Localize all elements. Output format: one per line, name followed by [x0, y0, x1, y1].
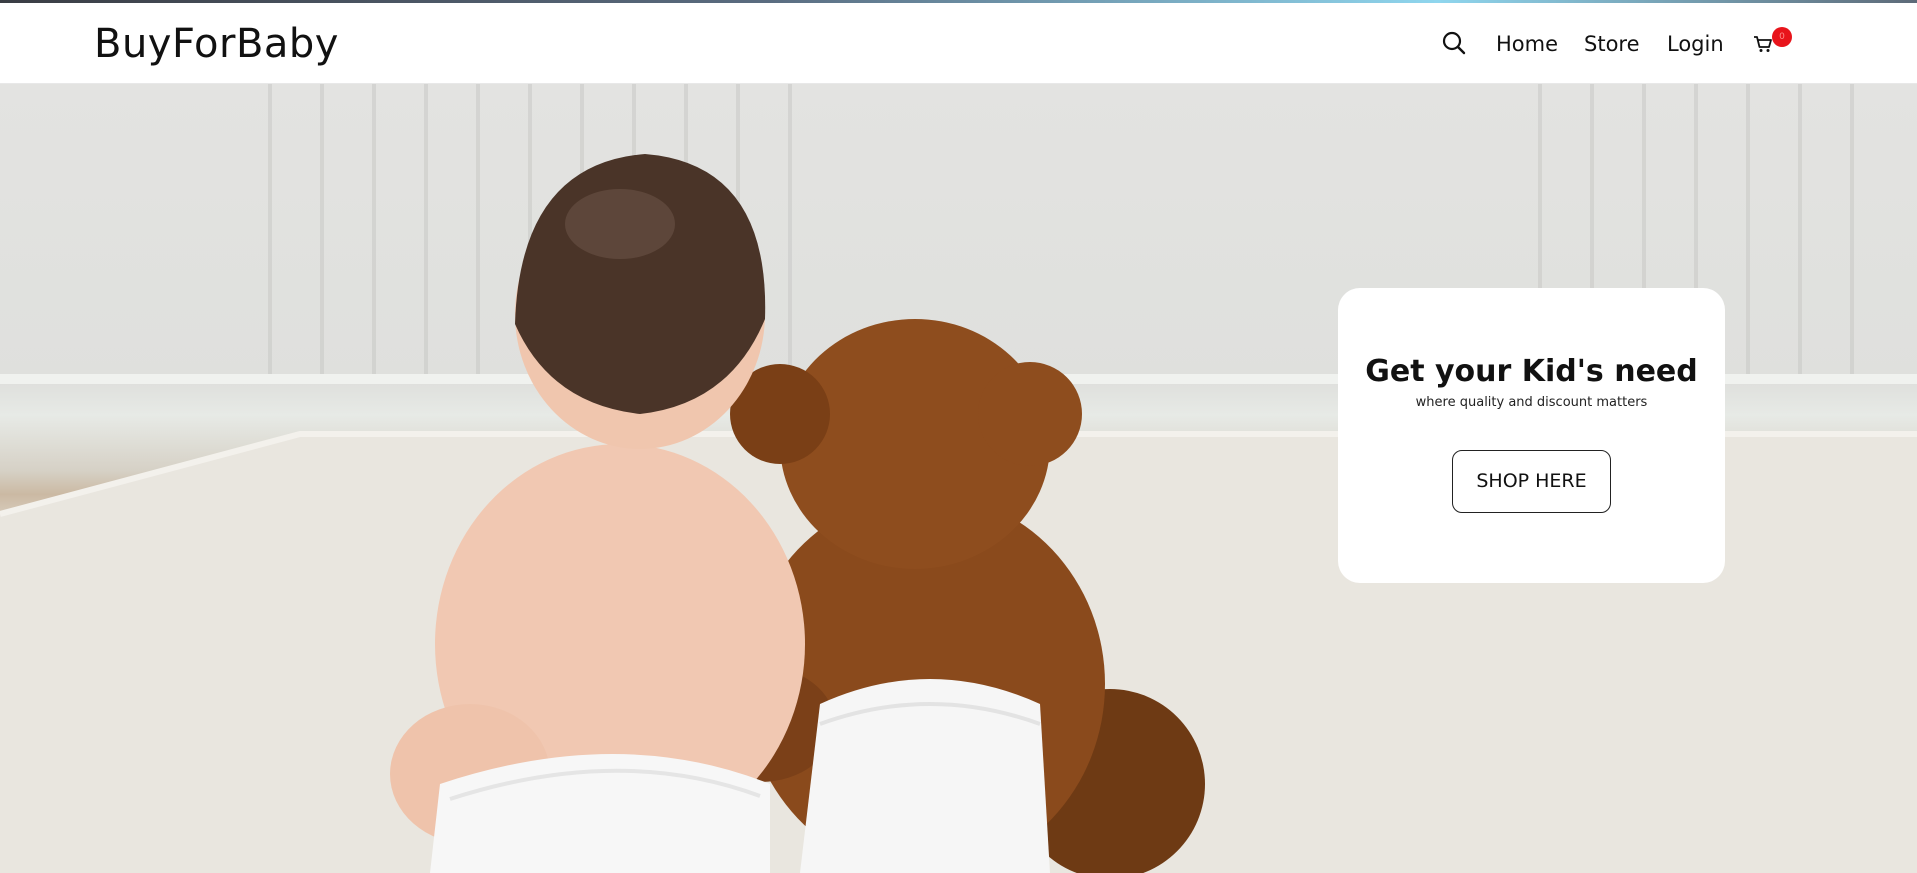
navbar: BuyForBaby Home Store Login 0	[0, 3, 1917, 84]
nav-store-link[interactable]: Store	[1584, 32, 1640, 56]
cart-count-badge: 0	[1772, 27, 1792, 47]
promo-title: Get your Kid's need	[1365, 354, 1698, 389]
nav-login-link[interactable]: Login	[1667, 32, 1724, 56]
hero-banner: Get your Kid's need where quality and di…	[0, 84, 1917, 873]
search-icon[interactable]	[1440, 29, 1468, 57]
nav-home-link[interactable]: Home	[1496, 32, 1558, 56]
shop-here-button[interactable]: SHOP HERE	[1452, 450, 1611, 513]
promo-subtitle: where quality and discount matters	[1415, 395, 1648, 410]
cart-icon[interactable]	[1752, 33, 1774, 55]
brand-logo[interactable]: BuyForBaby	[94, 21, 339, 67]
promo-card: Get your Kid's need where quality and di…	[1338, 288, 1725, 583]
